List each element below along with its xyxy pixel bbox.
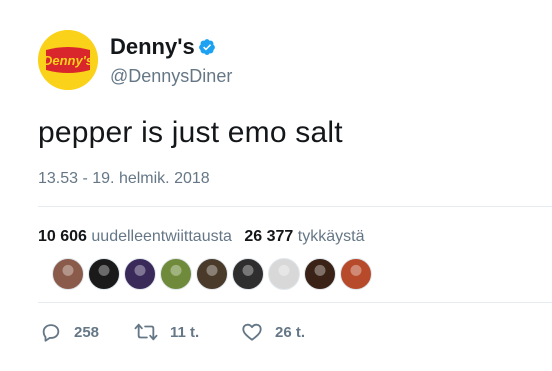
liker-avatar[interactable] [268, 258, 300, 290]
liker-avatar[interactable] [304, 258, 336, 290]
tweet-text: pepper is just emo salt [38, 116, 343, 149]
retweets-count: 10 606 [38, 228, 87, 245]
verified-badge-icon [199, 39, 215, 55]
likes-label: tykkäystä [297, 228, 365, 245]
liker-avatar[interactable] [196, 258, 228, 290]
retweet-icon [134, 323, 158, 341]
like-count: 26 t. [275, 323, 306, 341]
retweets-label: uudelleentwiittausta [91, 228, 232, 245]
reply-count: 258 [74, 323, 100, 341]
retweet-count: 11 t. [170, 323, 200, 341]
reply-button[interactable]: 258 [40, 320, 99, 344]
tweet-timestamp[interactable]: 13.53 - 19. helmik. 2018 [38, 170, 210, 188]
liker-avatar[interactable] [88, 258, 120, 290]
liker-avatar[interactable] [340, 258, 372, 290]
dennys-logo: Denny's [38, 30, 98, 90]
like-button[interactable]: 26 t. [241, 320, 305, 344]
logo-text: Denny's [43, 53, 93, 68]
reply-icon [42, 324, 60, 342]
retweet-button[interactable]: 11 t. [134, 320, 199, 344]
tweet-stats: 10 606 uudelleentwiittausta 26 377 tykkä… [38, 228, 364, 246]
liker-avatar[interactable] [160, 258, 192, 290]
liker-avatar[interactable] [232, 258, 264, 290]
likes-stat[interactable]: 26 377 tykkäystä [244, 228, 364, 245]
author-display-name[interactable]: Denny's [110, 34, 195, 60]
liker-avatar[interactable] [124, 258, 156, 290]
author-handle[interactable]: @DennysDiner [110, 66, 232, 87]
retweets-stat[interactable]: 10 606 uudelleentwiittausta [38, 228, 232, 245]
liker-avatar[interactable] [52, 258, 84, 290]
divider [38, 206, 552, 207]
author-avatar[interactable]: Denny's [38, 30, 98, 90]
likes-count: 26 377 [244, 228, 294, 245]
divider [38, 302, 552, 303]
tweet-card: Denny's Denny's @DennysDiner pepper is j… [0, 0, 552, 371]
heart-icon [242, 323, 262, 341]
